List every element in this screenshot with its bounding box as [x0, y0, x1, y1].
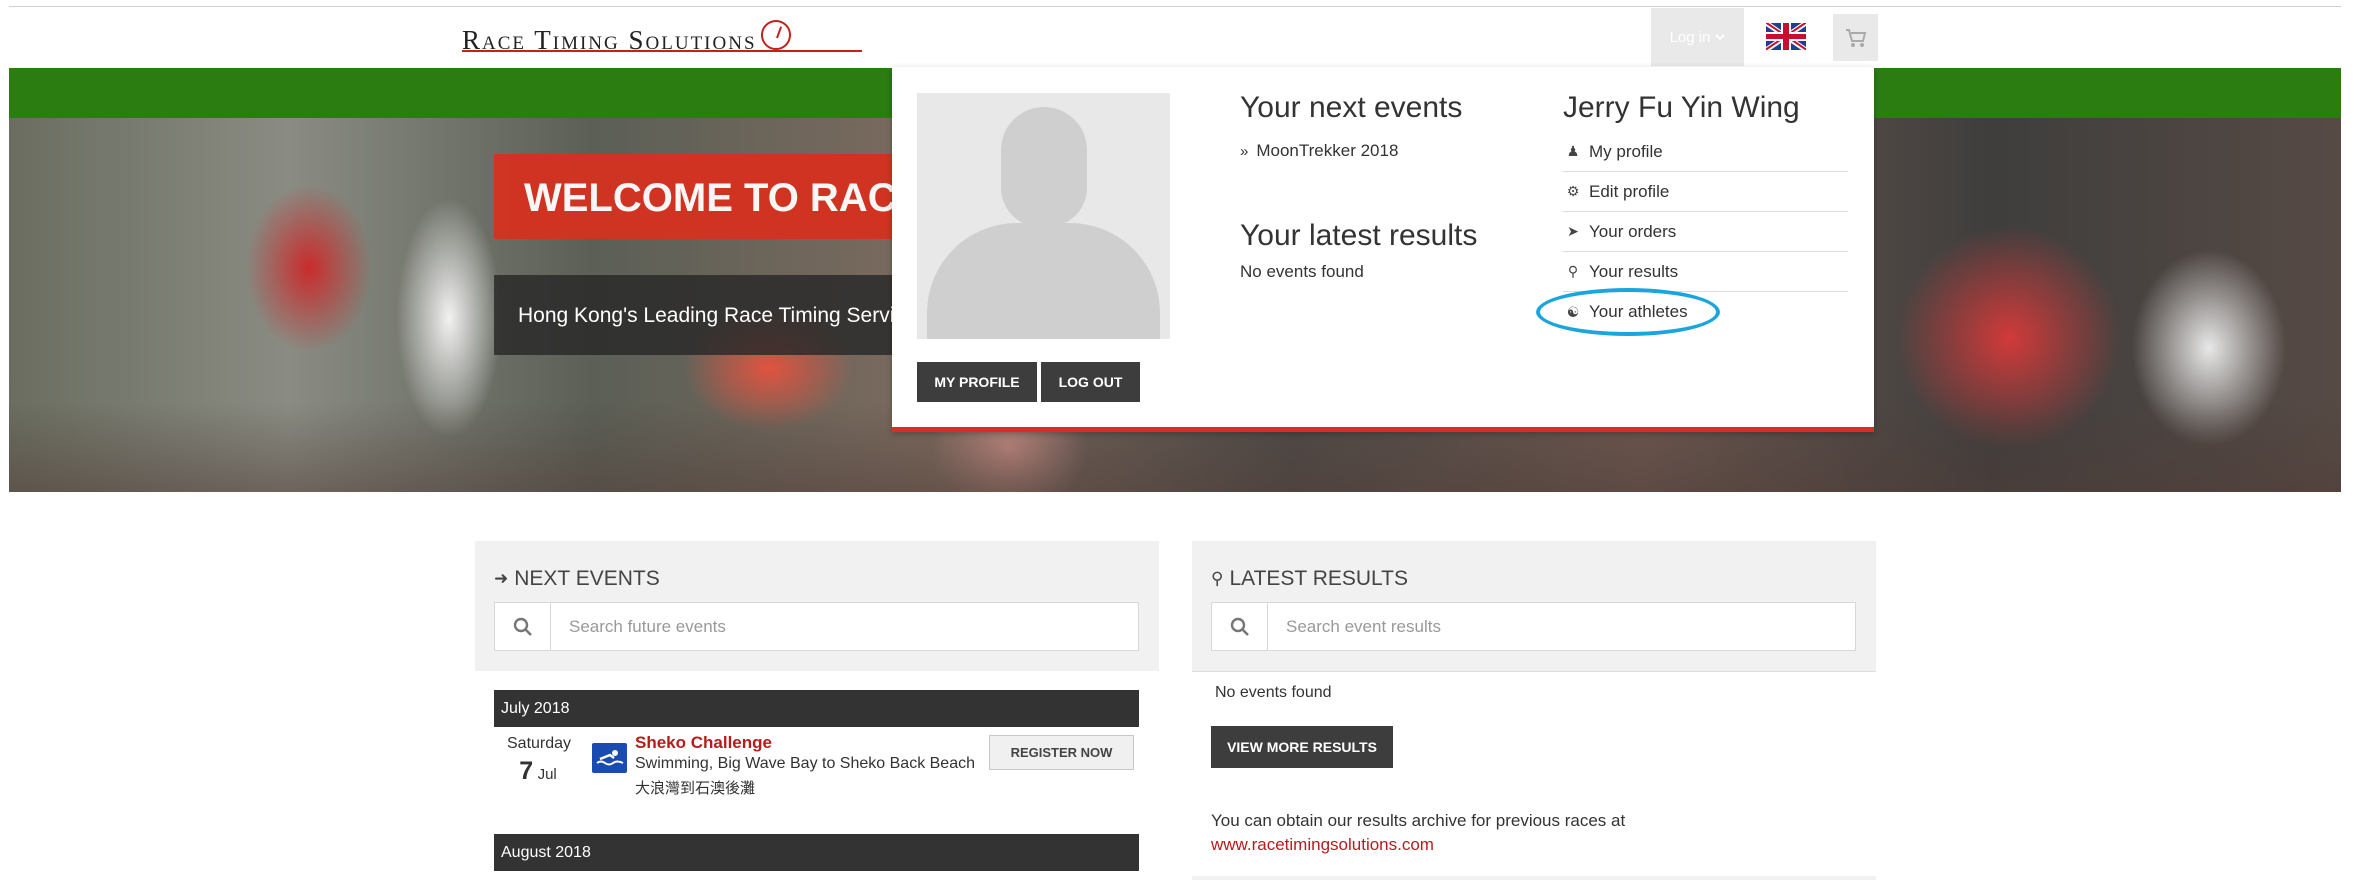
event-search-input[interactable]	[551, 603, 1138, 650]
month-header: August 2018	[494, 834, 1139, 871]
search-icon[interactable]	[1212, 603, 1268, 650]
uk-flag-icon[interactable]	[1766, 23, 1806, 50]
results-search-input[interactable]	[1268, 603, 1855, 650]
top-navbar	[9, 6, 2341, 67]
menu-item-your-results[interactable]: ⚲ Your results	[1563, 252, 1848, 292]
user-icon: ♟	[1566, 143, 1580, 159]
logo-underline	[462, 50, 862, 52]
menu-item-my-profile[interactable]: ♟ My profile	[1563, 132, 1848, 172]
next-events-title: Your next events	[1240, 91, 1463, 124]
menu-item-your-orders[interactable]: ➤ Your orders	[1563, 212, 1848, 252]
events-list: July 2018 Saturday 7 Jul Sheko Challenge…	[475, 671, 1159, 880]
next-events-heading-label: NEXT EVENTS	[514, 567, 660, 590]
menu-item-label: Your results	[1589, 261, 1679, 281]
event-month: Jul	[537, 766, 557, 783]
results-list: No events found VIEW MORE RESULTS You ca…	[1192, 671, 1876, 876]
event-day: 7	[519, 757, 534, 785]
chevron-down-icon	[1715, 34, 1726, 41]
latest-results-empty: No events found	[1240, 262, 1364, 281]
tag-icon: ➤	[1567, 223, 1579, 239]
menu-item-label: My profile	[1589, 141, 1663, 161]
login-dropdown-button[interactable]: Log in	[1651, 8, 1744, 66]
view-more-results-button[interactable]: VIEW MORE RESULTS	[1211, 726, 1393, 768]
latest-results-heading: ⚲ LATEST RESULTS	[1211, 567, 1408, 591]
event-weekday: Saturday	[507, 735, 572, 752]
next-events-heading: ➜ NEXT EVENTS	[494, 567, 660, 591]
latest-results-title: Your latest results	[1240, 219, 1478, 252]
latest-results-panel: ⚲ LATEST RESULTS No events found VIEW MO…	[1192, 541, 1876, 880]
archive-text: You can obtain our results archive for p…	[1211, 811, 1626, 830]
event-description-cn: 大浪灣到石澳後灘	[635, 780, 756, 797]
menu-item-label: Your orders	[1589, 221, 1677, 241]
next-events-panel: ➜ NEXT EVENTS July 2018 Saturday 7 Jul S…	[475, 541, 1159, 880]
results-search	[1211, 602, 1856, 651]
trophy-icon: ⚲	[1211, 569, 1224, 588]
cart-button[interactable]	[1833, 14, 1878, 61]
site-logo[interactable]: Race Timing Solutions	[462, 14, 791, 54]
my-profile-button[interactable]: MY PROFILE	[917, 362, 1037, 402]
archive-link[interactable]: www.racetimingsolutions.com	[1211, 835, 1434, 855]
highlight-circle	[1536, 288, 1720, 336]
month-header: July 2018	[494, 690, 1139, 727]
event-date: 7 Jul	[507, 757, 569, 786]
user-name: Jerry Fu Yin Wing	[1563, 91, 1800, 124]
event-search	[494, 602, 1139, 651]
event-description: Swimming, Big Wave Bay to Sheko Back Bea…	[635, 755, 975, 772]
login-label: Log in	[1669, 28, 1711, 46]
trophy-icon: ⚲	[1567, 263, 1579, 279]
search-icon[interactable]	[495, 603, 551, 650]
register-now-button[interactable]: REGISTER NOW	[989, 735, 1134, 770]
clock-icon	[760, 20, 791, 50]
next-event-label: MoonTrekker 2018	[1256, 141, 1399, 160]
sign-in-icon: ➜	[494, 569, 509, 588]
cart-icon	[1845, 28, 1866, 47]
swimming-icon	[592, 743, 627, 773]
logout-button[interactable]: LOG OUT	[1041, 362, 1140, 402]
cogs-icon: ⚙	[1566, 183, 1580, 199]
user-dropdown-panel: MY PROFILE LOG OUT Your next events » Moo…	[892, 67, 1874, 432]
double-chevron-icon: »	[1240, 143, 1249, 160]
event-name-link[interactable]: Sheko Challenge	[635, 733, 772, 753]
latest-results-heading-label: LATEST RESULTS	[1229, 567, 1409, 590]
menu-item-label: Edit profile	[1589, 181, 1670, 201]
results-empty: No events found	[1215, 684, 1332, 701]
list-item: Saturday 7 Jul Sheko Challenge Swimming,…	[494, 733, 1158, 798]
menu-item-edit-profile[interactable]: ⚙ Edit profile	[1563, 172, 1848, 212]
next-event-link[interactable]: » MoonTrekker 2018	[1240, 141, 1398, 161]
avatar	[917, 93, 1170, 339]
